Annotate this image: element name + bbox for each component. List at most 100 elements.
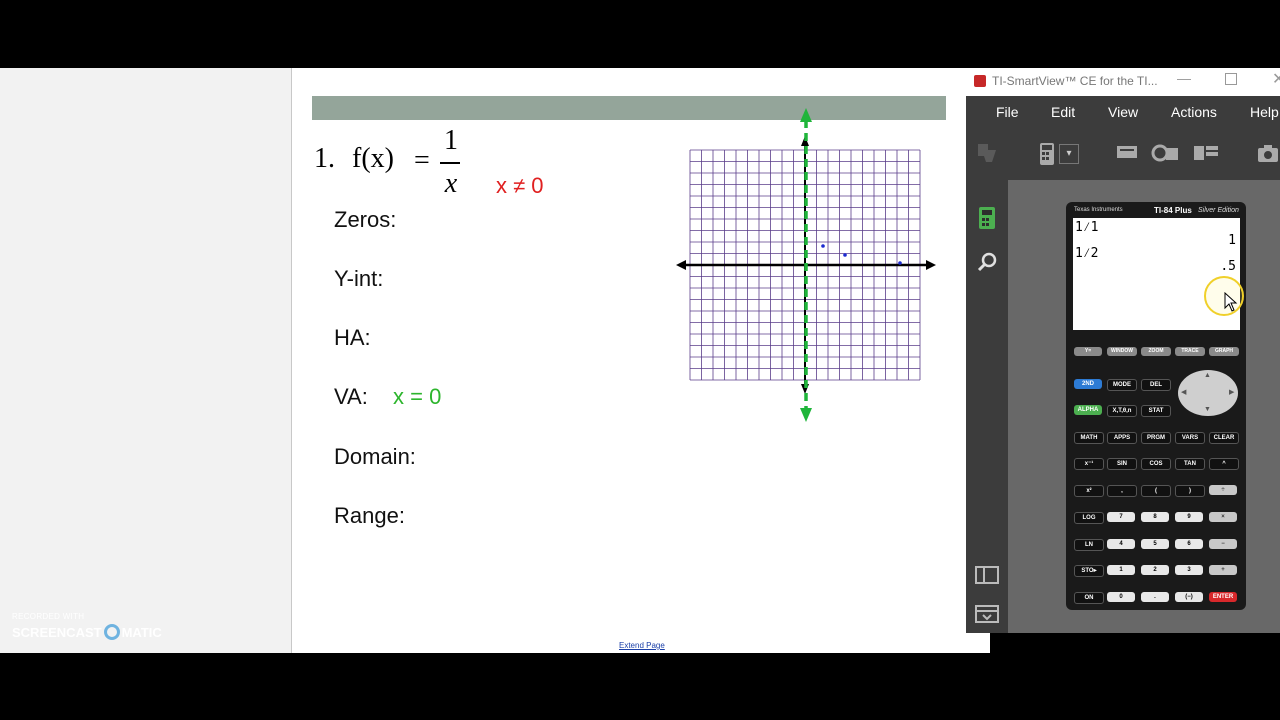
key-zoom[interactable]: ZOOM (1141, 347, 1171, 356)
key-3[interactable]: 3 (1175, 565, 1203, 575)
reset-icon[interactable] (1150, 142, 1180, 164)
window-title: TI-SmartView™ CE for the TI... (992, 74, 1158, 88)
key-alpha[interactable]: ALPHA (1074, 405, 1102, 415)
key-0[interactable]: 0 (1107, 592, 1135, 602)
plotted-point (821, 244, 825, 248)
key-trace[interactable]: TRACE (1175, 347, 1205, 356)
watermark-logo-icon (103, 624, 120, 640)
key-power[interactable]: ^ (1209, 458, 1239, 470)
key-apps[interactable]: APPS (1107, 432, 1137, 444)
key-subtract[interactable]: − (1209, 539, 1237, 549)
key-prgm[interactable]: PRGM (1141, 432, 1171, 444)
key-xttn[interactable]: X,T,θ,n (1107, 405, 1137, 417)
key-9[interactable]: 9 (1175, 512, 1203, 522)
key-math[interactable]: MATH (1074, 432, 1104, 444)
key-sin[interactable]: SIN (1107, 458, 1137, 470)
down-arrow-icon[interactable]: ▼ (1204, 406, 1211, 413)
emulator-panel-icon[interactable] (975, 604, 999, 624)
camera-icon[interactable] (1256, 142, 1280, 164)
fraction-denominator: x (444, 168, 458, 199)
fraction-numerator: 1 (444, 125, 458, 156)
key-clear[interactable]: CLEAR (1209, 432, 1239, 444)
key-multiply[interactable]: × (1209, 512, 1237, 522)
key-2nd[interactable]: 2ND (1074, 379, 1102, 389)
key-decimal[interactable]: . (1141, 592, 1169, 602)
search-icon[interactable] (977, 251, 999, 273)
plotted-point (843, 253, 847, 257)
screencast-watermark: SCREENCAST MATIC (12, 624, 162, 640)
close-button[interactable]: ✕ (1272, 69, 1280, 89)
key-on[interactable]: ON (1074, 592, 1104, 604)
key-negative[interactable]: (−) (1175, 592, 1203, 602)
menu-view[interactable]: View (1108, 104, 1138, 120)
menu-edit[interactable]: Edit (1051, 104, 1075, 120)
extend-page-link[interactable]: Extend Page (619, 641, 665, 650)
calculator-brand: Texas Instruments (1074, 207, 1123, 213)
smartview-toolbar: ▾ (966, 128, 1280, 180)
key-add[interactable]: + (1209, 565, 1237, 575)
screen-expr-2: 1⁄2 (1075, 246, 1099, 261)
key-ln[interactable]: LN (1074, 539, 1104, 551)
panel-toggle-icon[interactable] (975, 565, 999, 585)
key-log[interactable]: LOG (1074, 512, 1104, 524)
key-1[interactable]: 1 (1107, 565, 1135, 575)
key-8[interactable]: 8 (1141, 512, 1169, 522)
domain-restriction: x ≠ 0 (496, 173, 544, 198)
coordinate-grid (676, 108, 936, 422)
key-sto[interactable]: STO▸ (1074, 565, 1104, 577)
smartview-side-rail (966, 180, 1008, 633)
watermark-left: SCREENCAST (12, 624, 102, 640)
key-5[interactable]: 5 (1141, 539, 1169, 549)
left-arrow-icon[interactable]: ◀ (1181, 388, 1186, 396)
key-del[interactable]: DEL (1141, 379, 1171, 391)
minimize-button[interactable]: — (1177, 70, 1191, 86)
plotted-point (898, 261, 902, 265)
key-comma[interactable]: , (1107, 485, 1137, 497)
calculator-edition: Silver Edition (1198, 207, 1239, 214)
va-label: VA: (334, 384, 368, 409)
fraction-bar (440, 162, 460, 164)
menu-actions[interactable]: Actions (1171, 104, 1217, 120)
key-tan[interactable]: TAN (1175, 458, 1205, 470)
screen-result-1: 1 (1228, 233, 1236, 248)
zeros-label: Zeros: (334, 207, 397, 232)
ti-app-icon (974, 75, 986, 87)
key-stat[interactable]: STAT (1141, 405, 1171, 417)
chevron-down-icon[interactable]: ▾ (1059, 144, 1079, 164)
smartview-titlebar: TI-SmartView™ CE for the TI... — ✕ (966, 68, 1280, 96)
key-mode[interactable]: MODE (1107, 379, 1137, 391)
key-inverse[interactable]: x⁻¹ (1074, 458, 1104, 470)
left-sidebar (0, 68, 292, 653)
arrow-pad[interactable]: ▲ ▼ ◀ ▶ (1178, 370, 1238, 416)
equals-sign: = (414, 145, 430, 176)
calculator-view-icon[interactable] (978, 206, 996, 230)
function-name: f(x) (352, 143, 394, 174)
menu-help[interactable]: Help (1250, 104, 1279, 120)
key-cos[interactable]: COS (1141, 458, 1171, 470)
screen-result-2: .5 (1220, 259, 1236, 274)
calculator-select-icon[interactable] (1038, 142, 1056, 166)
menu-file[interactable]: File (996, 104, 1019, 120)
key-square[interactable]: x² (1074, 485, 1104, 497)
va-answer: x = 0 (393, 384, 442, 409)
range-label: Range: (334, 503, 405, 528)
key-vars[interactable]: VARS (1175, 432, 1205, 444)
key-7[interactable]: 7 (1107, 512, 1135, 522)
calculator-model: TI-84 Plus (1154, 206, 1192, 215)
key-enter[interactable]: ENTER (1209, 592, 1237, 602)
right-arrow-icon[interactable]: ▶ (1229, 388, 1234, 396)
key-divide[interactable]: ÷ (1209, 485, 1237, 495)
keypress-history-icon[interactable] (1114, 142, 1140, 164)
key-4[interactable]: 4 (1107, 539, 1135, 549)
key-close-paren[interactable]: ) (1175, 485, 1205, 497)
key-6[interactable]: 6 (1175, 539, 1203, 549)
ti-state-icon[interactable] (974, 140, 1000, 166)
key-window[interactable]: WINDOW (1107, 347, 1137, 356)
key-open-paren[interactable]: ( (1141, 485, 1171, 497)
key-y-equals[interactable]: Y= (1074, 347, 1102, 356)
key-2[interactable]: 2 (1141, 565, 1169, 575)
key-graph[interactable]: GRAPH (1209, 347, 1239, 356)
up-arrow-icon[interactable]: ▲ (1204, 372, 1211, 379)
maximize-button[interactable] (1225, 73, 1237, 85)
layout-icon[interactable] (1192, 142, 1220, 164)
